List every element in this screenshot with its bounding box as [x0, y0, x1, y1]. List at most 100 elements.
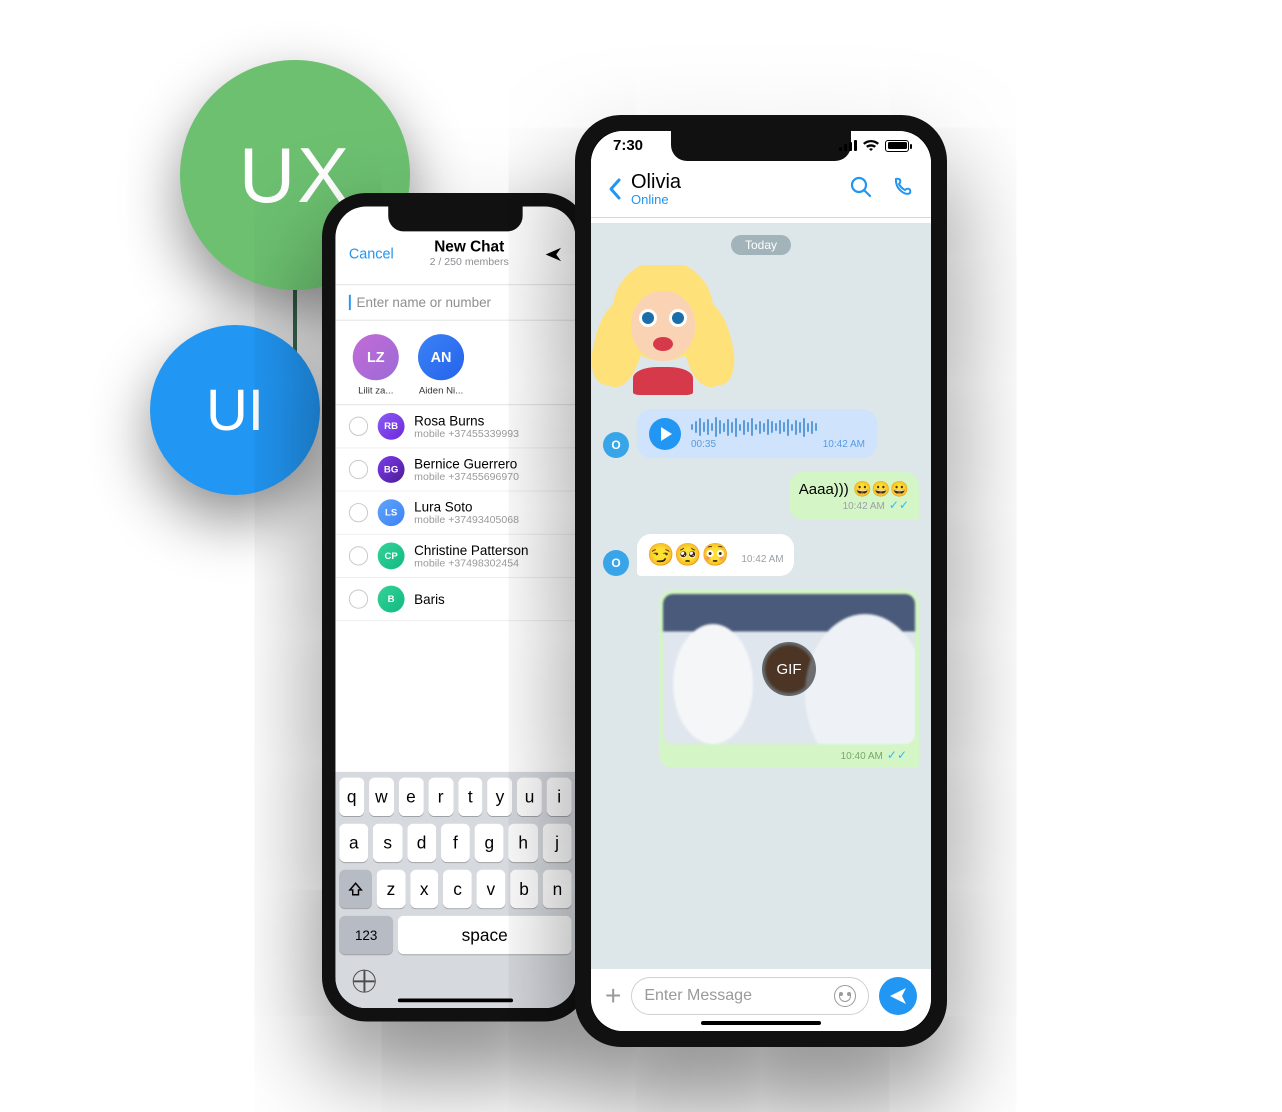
input-placeholder: Enter Message	[644, 987, 752, 1005]
key[interactable]: v	[477, 870, 505, 908]
contact-row[interactable]: RB Rosa Burnsmobile +37455339993	[335, 405, 575, 448]
select-circle[interactable]	[349, 460, 368, 479]
incoming-message[interactable]: 😏🥺😳 10:42 AM	[637, 534, 794, 576]
sender-avatar[interactable]: O	[603, 432, 629, 458]
number-key[interactable]: 123	[339, 916, 393, 954]
notch	[388, 206, 522, 231]
search-icon[interactable]	[849, 175, 873, 204]
message-row: O 😏🥺😳 10:42 AM	[603, 534, 919, 576]
home-indicator[interactable]	[398, 998, 513, 1002]
gif-badge: GIF	[762, 642, 816, 696]
sender-avatar[interactable]: O	[603, 550, 629, 576]
cancel-button[interactable]: Cancel	[349, 246, 394, 262]
selected-chip[interactable]: LZ Lilit za...	[353, 334, 399, 396]
key[interactable]: r	[428, 778, 453, 816]
contact-name: Christine Patterson	[414, 542, 528, 557]
contact-phone: mobile +37455696970	[414, 471, 519, 483]
read-checks-icon: ✓✓	[889, 498, 909, 512]
key[interactable]: g	[475, 824, 504, 862]
contact-list: RB Rosa Burnsmobile +37455339993 BG Bern…	[335, 404, 575, 621]
key[interactable]: h	[509, 824, 538, 862]
send-plane-icon[interactable]	[545, 246, 562, 261]
call-icon[interactable]	[891, 175, 915, 204]
key[interactable]: u	[517, 778, 542, 816]
gif-message[interactable]: GIF 10:40 AM ✓✓	[659, 590, 919, 768]
chip-name: Aiden Ni...	[419, 386, 463, 397]
contact-row[interactable]: B Baris	[335, 578, 575, 621]
key-row: q w e r t y u i	[339, 778, 571, 816]
contact-row[interactable]: CP Christine Pattersonmobile +3749830245…	[335, 535, 575, 578]
chat-title: Olivia	[631, 171, 831, 194]
message-emoji: 😏🥺😳	[647, 542, 729, 567]
back-button[interactable]	[607, 177, 623, 201]
wifi-icon	[862, 139, 880, 152]
key-row: 123 space	[339, 916, 571, 954]
key[interactable]: c	[443, 870, 471, 908]
search-input[interactable]: Enter name or number	[335, 284, 575, 320]
read-checks-icon: ✓✓	[887, 748, 907, 762]
key-row: z x c v b n	[339, 870, 571, 908]
phone-chat: 7:30 Olivia Online Today	[575, 115, 947, 1047]
status-bar: 7:30	[591, 137, 931, 154]
home-indicator[interactable]	[701, 1021, 821, 1025]
key[interactable]: w	[369, 778, 394, 816]
chat-body[interactable]: Today O 00:35 10:42 AM	[591, 223, 931, 969]
contact-row[interactable]: BG Bernice Guerreromobile +37455696970	[335, 448, 575, 491]
key[interactable]: d	[407, 824, 436, 862]
contact-phone: mobile +37493405068	[414, 515, 519, 527]
chat-title-block[interactable]: Olivia Online	[631, 171, 831, 207]
contact-phone: mobile +37455339993	[414, 428, 519, 440]
battery-icon	[885, 140, 909, 152]
key[interactable]: z	[377, 870, 405, 908]
avatar: LZ	[353, 334, 399, 380]
key[interactable]: q	[339, 778, 364, 816]
key[interactable]: s	[373, 824, 402, 862]
message-time: 10:40 AM	[841, 751, 883, 762]
key[interactable]: y	[487, 778, 512, 816]
key[interactable]: a	[339, 824, 368, 862]
select-circle[interactable]	[349, 546, 368, 565]
contact-row[interactable]: LS Lura Sotomobile +37493405068	[335, 492, 575, 535]
search-placeholder: Enter name or number	[357, 295, 491, 310]
clock: 7:30	[613, 137, 643, 154]
chip-name: Lilit za...	[358, 386, 393, 397]
ui-label: UI	[206, 377, 264, 444]
key[interactable]: t	[458, 778, 483, 816]
avatar: AN	[418, 334, 464, 380]
key[interactable]: x	[410, 870, 438, 908]
message-input[interactable]: Enter Message	[631, 977, 869, 1015]
globe-icon[interactable]	[353, 970, 376, 993]
voice-message[interactable]: 00:35 10:42 AM	[637, 409, 877, 458]
member-count: 2 / 250 members	[430, 257, 509, 269]
select-circle[interactable]	[349, 417, 368, 436]
attach-button[interactable]: +	[605, 980, 621, 1012]
message-row: Aaaa))) 😀😀😀 10:42 AM✓✓	[603, 472, 919, 520]
contact-name: Baris	[414, 591, 445, 606]
avatar: BG	[378, 456, 405, 483]
emoji-icon[interactable]	[834, 985, 856, 1007]
key[interactable]: f	[441, 824, 470, 862]
send-button[interactable]	[879, 977, 917, 1015]
keyboard: q w e r t y u i a s d f g h j z x	[335, 772, 575, 1008]
selected-chip[interactable]: AN Aiden Ni...	[418, 334, 464, 396]
ui-badge: UI	[150, 325, 320, 495]
outgoing-message[interactable]: Aaaa))) 😀😀😀 10:42 AM✓✓	[789, 472, 919, 520]
play-button[interactable]	[649, 418, 681, 450]
shift-key[interactable]	[339, 870, 372, 908]
waveform[interactable]	[691, 417, 865, 437]
avatar: CP	[378, 542, 405, 569]
select-circle[interactable]	[349, 503, 368, 522]
key[interactable]: n	[543, 870, 571, 908]
contact-phone: mobile +37498302454	[414, 558, 528, 570]
key[interactable]: j	[543, 824, 572, 862]
key[interactable]: i	[547, 778, 572, 816]
space-key[interactable]: space	[398, 916, 572, 954]
key[interactable]: e	[399, 778, 424, 816]
select-circle[interactable]	[349, 590, 368, 609]
presence-status: Online	[631, 192, 831, 207]
sticker-message[interactable]	[603, 265, 723, 395]
date-separator: Today	[603, 235, 919, 255]
key[interactable]: b	[510, 870, 538, 908]
contact-name: Bernice Guerrero	[414, 456, 519, 471]
message-row: GIF 10:40 AM ✓✓	[603, 590, 919, 768]
